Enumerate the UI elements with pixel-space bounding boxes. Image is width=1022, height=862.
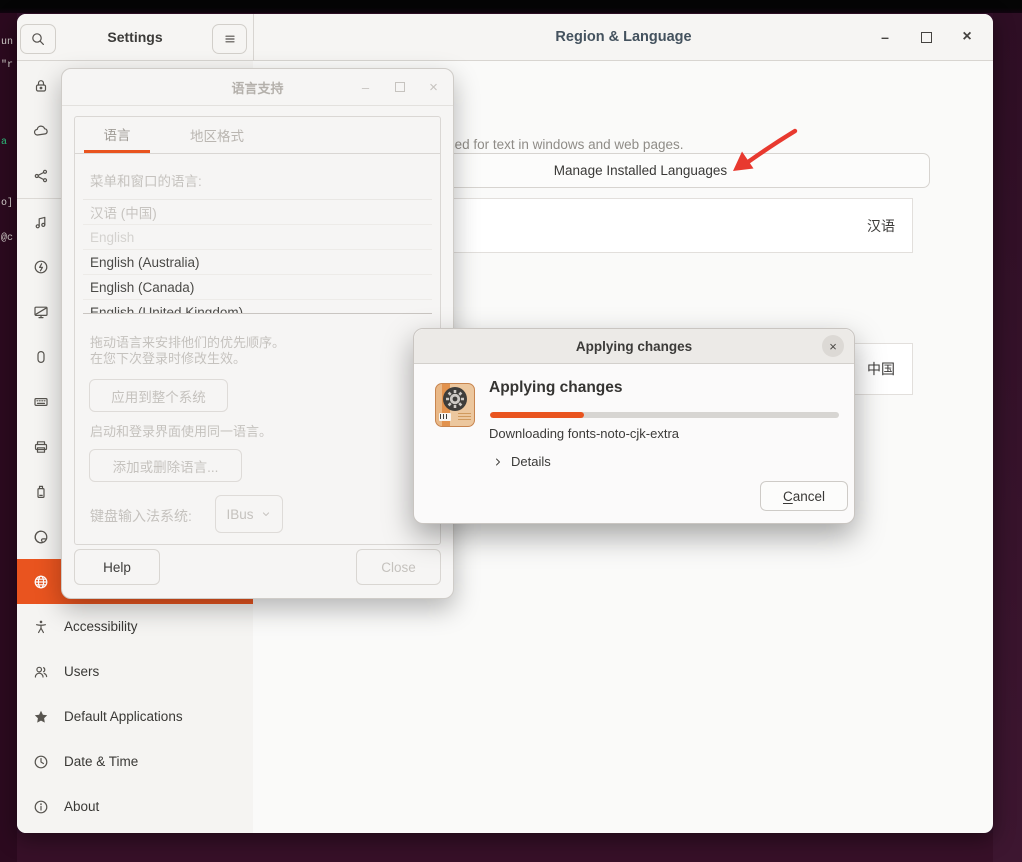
dialog-maximize-icon[interactable] xyxy=(392,80,407,95)
sidebar-item-label: Users xyxy=(64,664,99,679)
app-title-area: Settings xyxy=(17,14,253,60)
applying-changes-heading: Applying changes xyxy=(489,379,623,397)
sidebar-item-about[interactable]: About xyxy=(17,784,253,829)
help-button[interactable]: Help xyxy=(74,549,160,585)
terminal-text-fragment: un xyxy=(1,37,13,48)
close-icon[interactable]: × xyxy=(959,29,975,45)
display-icon xyxy=(33,304,49,320)
close-button[interactable]: Close xyxy=(356,549,441,585)
sidebar-item-label: Accessibility xyxy=(64,619,138,634)
language-list-item[interactable]: 汉语 (中国) xyxy=(83,200,432,225)
terminal-text-fragment: o] xyxy=(1,198,13,209)
details-label: Details xyxy=(511,454,551,469)
dialog-minimize-icon[interactable]: – xyxy=(358,80,373,95)
hamburger-menu-icon xyxy=(222,31,238,47)
sidebar-item-users[interactable]: Users xyxy=(17,649,253,694)
download-progress-fill xyxy=(490,412,584,418)
download-status-text: Downloading fonts-noto-cjk-extra xyxy=(489,426,679,441)
ime-system-value: IBus xyxy=(226,507,253,522)
add-remove-languages-label: 添加或删除语言... xyxy=(113,456,219,476)
accessibility-icon xyxy=(33,619,49,635)
ime-system-dropdown[interactable]: IBus xyxy=(215,495,283,533)
applying-close-button[interactable]: × xyxy=(822,335,844,357)
manage-installed-languages-label: Manage Installed Languages xyxy=(554,163,727,178)
sidebar-item-default-applications[interactable]: Default Applications xyxy=(17,694,253,739)
chevron-right-icon xyxy=(492,456,504,468)
help-label: Help xyxy=(103,560,131,575)
tab-language[interactable]: 语言 xyxy=(84,117,150,153)
download-progress-bar xyxy=(490,412,839,418)
sidebar-item-label: About xyxy=(64,799,99,814)
desktop-bottom-strip xyxy=(17,833,993,862)
search-icon xyxy=(30,31,46,47)
terminal-text-fragment: "r xyxy=(1,60,13,71)
login-hint: 在您下次登录时修改生效。 xyxy=(90,348,246,367)
tab-bar: 语言 地区格式 xyxy=(75,117,440,154)
share-icon xyxy=(33,168,49,184)
printer-icon xyxy=(33,439,49,455)
add-remove-languages-button[interactable]: 添加或删除语言... xyxy=(89,449,242,482)
language-list-item[interactable]: English xyxy=(83,225,432,250)
sidebar-item-date-time[interactable]: Date & Time xyxy=(17,739,253,784)
keyboard-icon xyxy=(33,394,49,410)
language-list-item[interactable]: English (Canada) xyxy=(83,275,432,300)
mouse-icon xyxy=(33,349,49,365)
app-title: Settings xyxy=(107,29,162,45)
terminal-text-fragment: a xyxy=(1,137,7,148)
drive-icon xyxy=(33,484,49,500)
language-support-titlebar: 语言支持 – × xyxy=(62,69,453,106)
cloud-icon xyxy=(33,123,49,139)
info-icon xyxy=(33,799,49,815)
search-button[interactable] xyxy=(20,24,56,54)
tab-regional-formats[interactable]: 地区格式 xyxy=(172,117,262,153)
cancel-button[interactable]: Cancel xyxy=(760,481,848,511)
details-expander[interactable]: Details xyxy=(492,454,551,469)
apply-system-wide-label: 应用到整个系统 xyxy=(111,386,206,406)
maximize-icon[interactable] xyxy=(918,29,934,45)
sidebar-item-accessibility[interactable]: Accessibility xyxy=(17,604,253,649)
minimize-icon[interactable]: – xyxy=(877,29,893,45)
apply-system-wide-button[interactable]: 应用到整个系统 xyxy=(89,379,228,412)
top-panel xyxy=(0,0,1022,13)
users-icon xyxy=(33,664,49,680)
language-value: 汉语 xyxy=(867,216,895,236)
desktop-right-strip xyxy=(993,13,1022,862)
chevron-down-icon xyxy=(260,508,272,520)
language-list-item[interactable]: English (United Kingdom) xyxy=(83,300,432,314)
language-support-notebook: 语言 地区格式 菜单和窗口的语言: 汉语 (中国)EnglishEnglish … xyxy=(74,116,441,545)
lock-icon xyxy=(33,78,49,94)
panel-title-area: Region & Language – × xyxy=(254,14,993,60)
language-priority-list: 汉语 (中国)EnglishEnglish (Australia)English… xyxy=(83,199,432,314)
star-icon xyxy=(33,709,49,725)
language-list-item[interactable]: English (Australia) xyxy=(83,250,432,275)
formats-value: 中国 xyxy=(867,359,895,379)
music-icon xyxy=(33,214,49,230)
primary-menu-button[interactable] xyxy=(212,24,247,54)
dialog-close-icon[interactable]: × xyxy=(426,80,441,95)
menu-language-label: 菜单和窗口的语言: xyxy=(90,170,202,190)
language-support-dialog: 语言支持 – × 语言 地区格式 菜单和窗口的语言: 汉语 (中国)Englis… xyxy=(61,68,454,599)
applying-changes-title: Applying changes xyxy=(414,329,854,363)
terminal-text-fragment: @c xyxy=(1,233,13,244)
close-label: Close xyxy=(381,560,416,575)
applying-changes-dialog: Applying changes × Applying changes xyxy=(413,328,855,524)
desktop-left-strip: un "r a o] @c xyxy=(0,13,17,862)
cancel-label: Cancel xyxy=(783,489,825,504)
panel-title: Region & Language xyxy=(555,29,691,45)
power-icon xyxy=(33,259,49,275)
globe-icon xyxy=(33,574,49,590)
screen: un "r a o] @c Settings Region & Language – × xyxy=(0,0,1022,862)
apply-hint: 启动和登录界面使用同一语言。 xyxy=(90,421,272,440)
color-icon xyxy=(33,529,49,545)
package-manager-icon xyxy=(435,383,475,427)
sidebar-item-label: Default Applications xyxy=(64,709,183,724)
clock-icon xyxy=(33,754,49,770)
ime-system-label: 键盘输入法系统: xyxy=(90,506,192,526)
sidebar-item-label: Date & Time xyxy=(64,754,138,769)
